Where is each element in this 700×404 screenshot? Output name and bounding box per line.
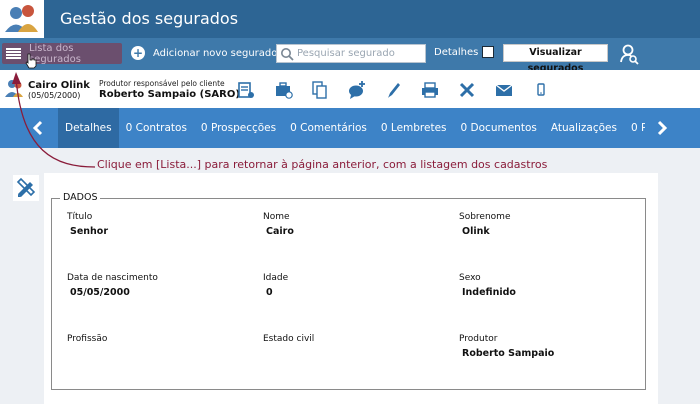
field-produtor: Produtor Roberto Sampaio (459, 334, 639, 359)
tabs-row: Detalhes 0 Contratos 0 Prospecções 0 Com… (58, 108, 645, 148)
view-insured-button[interactable]: Visualizar segurados (503, 44, 608, 74)
tab-atualizacoes[interactable]: Atualizações (544, 108, 624, 148)
search-input[interactable] (297, 48, 423, 59)
tab-comentarios[interactable]: 0 Comentários (283, 108, 374, 148)
briefcase-add-icon[interactable] (275, 81, 293, 99)
app-logo (0, 0, 44, 38)
chevron-left-icon (32, 120, 43, 136)
delete-x-icon[interactable] (458, 81, 476, 99)
field-titulo: Título Senhor (67, 212, 247, 237)
ruler-pencil-icon (16, 177, 36, 197)
field-label: Idade (263, 273, 289, 283)
user-search-icon[interactable] (619, 43, 639, 65)
field-value: Cairo (266, 226, 294, 237)
field-sexo: Sexo Indefinido (459, 273, 639, 298)
field-idade: Idade 0 (263, 273, 443, 298)
field-value: Roberto Sampaio (462, 348, 555, 359)
copy-icon[interactable] (311, 81, 329, 99)
field-label: Profissão (67, 334, 108, 344)
client-bar: Cairo Olink (05/05/2000) Produtor respon… (0, 70, 700, 108)
search-icon (281, 47, 294, 61)
field-profissao: Profissão (67, 334, 247, 348)
side-edit-button[interactable] (13, 175, 39, 201)
details-panel: DADOS Título Senhor Nome Cairo Sobrenome… (44, 173, 658, 404)
tab-portal[interactable]: 0 Portal (624, 108, 645, 148)
field-label: Data de nascimento (67, 273, 158, 283)
tab-prospeccoes[interactable]: 0 Prospecções (194, 108, 283, 148)
field-value: Senhor (70, 226, 109, 237)
field-label: Produtor (459, 334, 498, 344)
edit-pencil-icon[interactable] (385, 81, 403, 99)
client-name: Cairo Olink (28, 80, 90, 91)
tab-detalhes[interactable]: Detalhes (58, 108, 119, 148)
annotation-text: Clique em [Lista...] para retornar à pág… (97, 158, 548, 171)
tabs-window: Detalhes 0 Contratos 0 Prospecções 0 Com… (58, 108, 645, 148)
document-list-icon[interactable] (237, 81, 255, 99)
field-value: Olink (462, 226, 490, 237)
field-value: 05/05/2000 (70, 287, 130, 298)
producer-label: Produtor responsável pelo cliente (99, 79, 225, 88)
field-estado-civil: Estado civil (263, 334, 443, 348)
field-nome: Nome Cairo (263, 212, 443, 237)
page-title: Gestão dos segurados (60, 9, 239, 28)
toolbar: Lista dos segurados + Adicionar novo seg… (0, 38, 700, 74)
producer-name: Roberto Sampaio (SARO) (99, 89, 240, 100)
tabs-next-button[interactable] (648, 108, 676, 148)
tab-lembretes[interactable]: 0 Lembretes (374, 108, 454, 148)
add-insured-button[interactable]: + Adicionar novo segurado (131, 46, 277, 60)
plus-circle-icon: + (131, 46, 145, 60)
details-checkbox[interactable] (482, 46, 494, 58)
field-nascimento: Data de nascimento 05/05/2000 (67, 273, 247, 298)
list-button[interactable]: Lista dos segurados (2, 42, 122, 65)
tab-contratos[interactable]: 0 Contratos (119, 108, 194, 148)
field-value: 0 (266, 287, 273, 298)
dados-fieldset: DADOS Título Senhor Nome Cairo Sobrenome… (51, 192, 646, 390)
field-label: Sexo (459, 273, 481, 283)
field-sobrenome: Sobrenome Olink (459, 212, 639, 237)
print-icon[interactable] (421, 81, 439, 99)
mobile-icon[interactable] (532, 81, 550, 99)
tab-documentos[interactable]: 0 Documentos (454, 108, 544, 148)
fieldset-legend: DADOS (60, 192, 101, 203)
user-avatar-icon (5, 80, 23, 97)
list-button-label: Lista dos segurados (28, 42, 81, 65)
field-label: Estado civil (263, 334, 315, 344)
hand-cursor-icon (25, 53, 37, 69)
chat-add-icon[interactable] (348, 81, 366, 99)
field-label: Título (67, 212, 93, 222)
chevron-right-icon (657, 120, 668, 136)
users-logo-icon (5, 5, 38, 32)
client-dob: (05/05/2000) (28, 91, 81, 100)
app-header: Gestão dos segurados (0, 0, 700, 38)
field-label: Sobrenome (459, 212, 511, 222)
tabs-prev-button[interactable] (24, 108, 52, 148)
details-label: Detalhes (434, 47, 479, 58)
search-box (276, 44, 426, 63)
field-value: Indefinido (462, 287, 516, 298)
add-insured-label: Adicionar novo segurado (153, 47, 278, 59)
tabs-bar: Detalhes 0 Contratos 0 Prospecções 0 Com… (0, 108, 700, 148)
field-label: Nome (263, 212, 290, 222)
menu-list-icon (6, 47, 21, 60)
email-icon[interactable] (495, 81, 513, 99)
